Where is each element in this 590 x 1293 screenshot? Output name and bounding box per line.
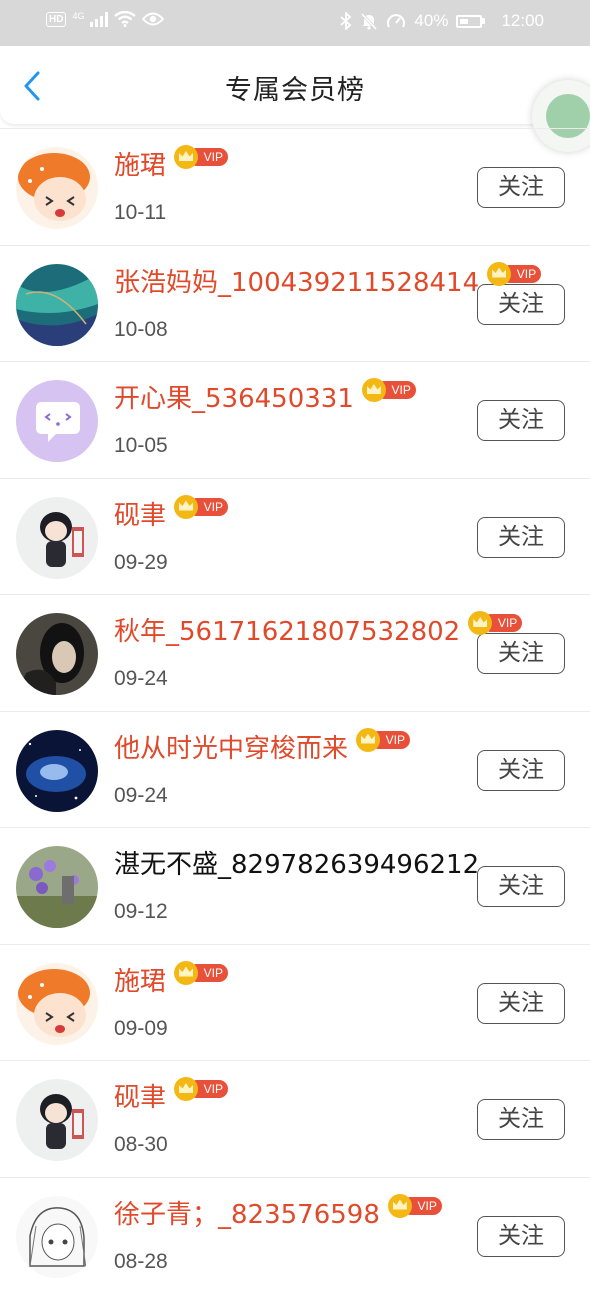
vip-badge: VIP (468, 611, 522, 635)
member-row: 砚聿VIP 08-30 关注 (0, 1060, 590, 1177)
crown-icon (174, 1077, 198, 1101)
member-name-text: 徐子青；_823576598 (114, 1200, 380, 1230)
follow-button[interactable]: 关注 (477, 866, 565, 907)
member-row: 开心果_536450331VIP 10-05 关注 (0, 361, 590, 478)
avatar[interactable] (16, 1079, 98, 1161)
crown-icon (174, 145, 198, 169)
follow-button[interactable]: 关注 (477, 633, 565, 674)
member-date: 10-08 (114, 318, 168, 342)
avatar[interactable] (16, 613, 98, 695)
member-name[interactable]: 他从时光中穿梭而来VIP (114, 734, 410, 764)
crown-icon (356, 728, 380, 752)
mute-icon (360, 12, 378, 30)
member-name-text: 他从时光中穿梭而来 (114, 734, 348, 764)
member-date: 09-29 (114, 551, 168, 575)
member-row: 施珺VIP 10-11 关注 (0, 128, 590, 245)
avatar[interactable] (16, 264, 98, 346)
follow-button[interactable]: 关注 (477, 750, 565, 791)
avatar[interactable] (16, 730, 98, 812)
member-row: 张浩妈妈_100439211528414 VIP 10-08 关注 (0, 245, 590, 362)
avatar[interactable] (16, 963, 98, 1045)
avatar[interactable] (16, 497, 98, 579)
avatar[interactable] (16, 147, 98, 229)
member-name[interactable]: 砚聿VIP (114, 501, 228, 531)
member-row: 徐子青；_823576598VIP 08-28 关注 (0, 1177, 590, 1293)
member-name-text: 施珺 (114, 151, 166, 181)
clock: 12:00 (501, 11, 544, 31)
vip-badge: VIP (356, 728, 410, 752)
member-name[interactable]: 徐子青；_823576598VIP (114, 1200, 442, 1230)
vip-badge: VIP (388, 1194, 442, 1218)
hd-indicator: HD (46, 12, 66, 27)
member-date: 09-12 (114, 900, 168, 924)
member-name[interactable]: 秋年_56171621807532802VIP (114, 617, 522, 647)
follow-button[interactable]: 关注 (477, 167, 565, 208)
network-type: 4G (72, 11, 84, 21)
member-name[interactable]: 施珺VIP (114, 967, 228, 997)
member-name[interactable]: 施珺VIP (114, 151, 228, 181)
vip-badge: VIP (174, 145, 228, 169)
member-date: 09-09 (114, 1017, 168, 1041)
member-date: 08-28 (114, 1250, 168, 1274)
member-name-text: 开心果_536450331 (114, 384, 354, 414)
member-name-text: 砚聿 (114, 1083, 166, 1113)
member-row: 施珺VIP 09-09 关注 (0, 944, 590, 1061)
follow-button[interactable]: 关注 (477, 1216, 565, 1257)
member-name-text: 砚聿 (114, 501, 166, 531)
vip-badge: VIP (174, 1077, 228, 1101)
battery-percent: 40% (414, 11, 448, 31)
member-name[interactable]: 砚聿VIP (114, 1083, 228, 1113)
signal-icon (90, 11, 108, 27)
vip-badge: VIP (362, 378, 416, 402)
member-name-text: 秋年_56171621807532802 (114, 617, 460, 647)
avatar[interactable] (16, 1196, 98, 1278)
member-date: 10-05 (114, 434, 168, 458)
member-row: 他从时光中穿梭而来VIP 09-24 关注 (0, 711, 590, 828)
vip-badge: VIP (174, 961, 228, 985)
member-date: 10-11 (114, 201, 166, 225)
page-title: 专属会员榜 (0, 68, 590, 107)
member-name[interactable]: 湛无不盛_829782639496212 (114, 850, 479, 880)
avatar[interactable] (16, 846, 98, 928)
crown-icon (487, 262, 511, 286)
member-date: 08-30 (114, 1133, 168, 1157)
member-date: 09-24 (114, 784, 168, 808)
wifi-icon (114, 11, 136, 27)
member-list: 施珺VIP 10-11 关注 张浩妈妈_100439211528414VIP 1… (0, 128, 590, 1293)
crown-icon (362, 378, 386, 402)
follow-button[interactable]: 关注 (477, 284, 565, 325)
speed-icon (386, 12, 406, 30)
avatar[interactable] (16, 380, 98, 462)
member-row: 砚聿VIP 09-29 关注 (0, 478, 590, 595)
status-right: 40% 12:00 (340, 11, 544, 31)
crown-icon (174, 961, 198, 985)
battery-icon (456, 15, 485, 28)
bluetooth-icon (340, 12, 352, 30)
follow-button[interactable]: 关注 (477, 517, 565, 558)
eye-icon (142, 12, 164, 26)
member-name[interactable]: 开心果_536450331VIP (114, 384, 416, 414)
member-date: 09-24 (114, 667, 168, 691)
member-row: 湛无不盛_829782639496212 09-12 关注 (0, 827, 590, 944)
follow-button[interactable]: 关注 (477, 983, 565, 1024)
member-name-text: 施珺 (114, 967, 166, 997)
vip-badge: VIP (487, 262, 541, 286)
member-name-text: 湛无不盛_829782639496212 (114, 850, 479, 880)
status-left: HD 4G (46, 11, 164, 27)
top-navbar: 专属会员榜 (0, 46, 590, 124)
status-bar: HD 4G 40% 12:00 (0, 0, 590, 46)
member-row: 秋年_56171621807532802VIP 09-24 关注 (0, 594, 590, 711)
crown-icon (174, 495, 198, 519)
follow-button[interactable]: 关注 (477, 400, 565, 441)
vip-badge: VIP (174, 495, 228, 519)
crown-icon (388, 1194, 412, 1218)
follow-button[interactable]: 关注 (477, 1099, 565, 1140)
member-name-text: 张浩妈妈_100439211528414 (114, 268, 479, 298)
